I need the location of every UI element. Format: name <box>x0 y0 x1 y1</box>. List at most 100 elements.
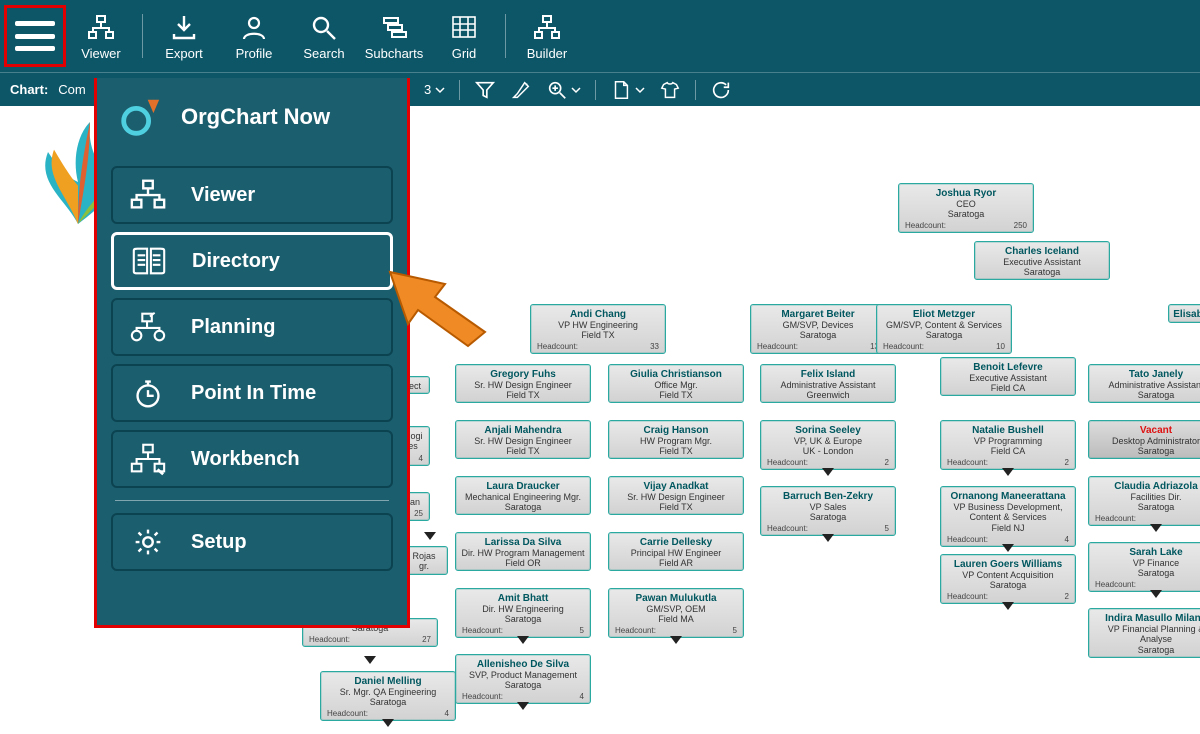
menu-item-setup[interactable]: Setup <box>111 513 393 571</box>
expander-icon[interactable] <box>1002 544 1014 552</box>
menu-item-planning[interactable]: Planning <box>111 298 393 356</box>
levels-picker[interactable]: 3 <box>424 82 445 97</box>
card-carrie[interactable]: Carrie DelleskyPrincipal HW EngineerFiel… <box>608 532 744 571</box>
menu-label: Planning <box>191 316 275 339</box>
card-natalie[interactable]: Natalie BushellVP ProgrammingField CAHea… <box>940 420 1076 470</box>
grid-icon <box>448 12 480 44</box>
toolbar-search[interactable]: Search <box>289 6 359 66</box>
card-margaret[interactable]: Margaret BeiterGM/SVP, DevicesSaratogaHe… <box>750 304 886 354</box>
menu-separator <box>115 500 389 501</box>
expander-icon[interactable] <box>364 656 376 664</box>
highlight-icon[interactable] <box>510 79 532 101</box>
toolbar-builder[interactable]: Builder <box>512 6 582 66</box>
card-eliot[interactable]: Eliot MetzgerGM/SVP, Content & ServicesS… <box>876 304 1012 354</box>
menu-header: OrgChart Now <box>107 88 397 158</box>
subcharts-label: Subcharts <box>365 46 424 61</box>
card-vijay[interactable]: Vijay AnadkatSr. HW Design EngineerField… <box>608 476 744 515</box>
expander-icon[interactable] <box>382 719 394 727</box>
filter-icon[interactable] <box>474 79 496 101</box>
chart-label: Chart: <box>10 82 48 97</box>
card-indira[interactable]: Indira Masullo MilanoVP Financial Planni… <box>1088 608 1200 658</box>
viewer-icon <box>85 12 117 44</box>
card-lauren[interactable]: Lauren Goers WilliamsVP Content Acquisit… <box>940 554 1076 604</box>
expander-icon[interactable] <box>517 636 529 644</box>
card-barruch[interactable]: Barruch Ben-ZekryVP SalesSaratogaHeadcou… <box>760 486 896 536</box>
export-label: Export <box>165 46 203 61</box>
menu-item-viewer[interactable]: Viewer <box>111 166 393 224</box>
card-craig[interactable]: Craig HansonHW Program Mgr.Field TX <box>608 420 744 459</box>
expander-icon[interactable] <box>670 636 682 644</box>
clock-icon <box>129 376 167 410</box>
separator <box>459 80 460 100</box>
menu-label: Point In Time <box>191 382 316 405</box>
card-felix[interactable]: Felix IslandAdministrative AssistantGree… <box>760 364 896 403</box>
separator <box>142 14 143 58</box>
expander-icon[interactable] <box>1002 602 1014 610</box>
card-larissa[interactable]: Larissa Da SilvaDir. HW Program Manageme… <box>455 532 591 571</box>
directory-icon <box>130 244 168 278</box>
separator <box>695 80 696 100</box>
card-joshua[interactable]: Joshua RyorCEOSaratogaHeadcount:250 <box>898 183 1034 233</box>
expander-icon[interactable] <box>1150 590 1162 598</box>
card-sorina[interactable]: Sorina SeeleyVP, UK & EuropeUK - LondonH… <box>760 420 896 470</box>
shirt-icon[interactable] <box>659 79 681 101</box>
card-pawan[interactable]: Pawan MulukutlaGM/SVP, OEMField MAHeadco… <box>608 588 744 638</box>
orgchart-logo-icon <box>117 94 163 140</box>
card-charles[interactable]: Charles IcelandExecutive AssistantSarato… <box>974 241 1110 280</box>
viewer-label: Viewer <box>81 46 121 61</box>
profile-icon <box>238 12 270 44</box>
gear-icon <box>129 525 167 559</box>
expander-icon[interactable] <box>517 702 529 710</box>
card-elisab[interactable]: Elisab <box>1168 304 1200 323</box>
chevron-down-icon <box>571 85 581 95</box>
chevron-down-icon <box>435 85 445 95</box>
builder-label: Builder <box>527 46 567 61</box>
page-picker[interactable] <box>610 79 645 101</box>
menu-label: Viewer <box>191 184 255 207</box>
toolbar-subcharts[interactable]: Subcharts <box>359 6 429 66</box>
subcharts-icon <box>378 12 410 44</box>
card-giulia[interactable]: Giulia ChristiansonOffice Mgr.Field TX <box>608 364 744 403</box>
toolbar-profile[interactable]: Profile <box>219 6 289 66</box>
chevron-down-icon <box>635 85 645 95</box>
card-anjali[interactable]: Anjali MahendraSr. HW Design EngineerFie… <box>455 420 591 459</box>
expander-icon[interactable] <box>822 534 834 542</box>
card-amit[interactable]: Amit BhattDir. HW EngineeringSaratogaHea… <box>455 588 591 638</box>
topbar: Viewer Export Profile Search Subcharts G… <box>0 0 1200 72</box>
card-gregory[interactable]: Gregory FuhsSr. HW Design EngineerField … <box>455 364 591 403</box>
menu-item-pointintime[interactable]: Point In Time <box>111 364 393 422</box>
expander-icon[interactable] <box>822 468 834 476</box>
annotation-arrow <box>360 242 490 367</box>
card-sarah[interactable]: Sarah LakeVP FinanceSaratogaHeadcount:2 <box>1088 542 1200 592</box>
card-laura[interactable]: Laura DrauckerMechanical Engineering Mgr… <box>455 476 591 515</box>
menu-label: Directory <box>192 250 280 273</box>
expander-icon[interactable] <box>424 532 436 540</box>
toolbar-export[interactable]: Export <box>149 6 219 66</box>
card-tato[interactable]: Tato JanelyAdministrative AssistantSarat… <box>1088 364 1200 403</box>
profile-label: Profile <box>236 46 273 61</box>
refresh-icon[interactable] <box>710 79 732 101</box>
menu-item-directory[interactable]: Directory <box>111 232 393 290</box>
chart-name[interactable]: Com <box>58 82 85 97</box>
expander-icon[interactable] <box>1150 524 1162 532</box>
card-claudia[interactable]: Claudia AdriazolaFacilities Dir.Saratoga… <box>1088 476 1200 526</box>
card-andi[interactable]: Andi ChangVP HW EngineeringField TXHeadc… <box>530 304 666 354</box>
card-ornanong[interactable]: Ornanong ManeerattanaVP Business Develop… <box>940 486 1076 547</box>
menu-item-workbench[interactable]: Workbench <box>111 430 393 488</box>
card-vacant[interactable]: VacantDesktop AdministratorSaratoga <box>1088 420 1200 459</box>
viewer-icon <box>129 178 167 212</box>
separator <box>505 14 506 58</box>
toolbar-grid[interactable]: Grid <box>429 6 499 66</box>
secondary-toolbar: 3 <box>424 73 772 106</box>
toolbar-viewer[interactable]: Viewer <box>66 6 136 66</box>
card-daniel[interactable]: Daniel MellingSr. Mgr. QA EngineeringSar… <box>320 671 456 721</box>
hamburger-icon[interactable] <box>15 21 55 51</box>
page-icon <box>610 79 632 101</box>
grid-label: Grid <box>452 46 477 61</box>
zoom-picker[interactable] <box>546 79 581 101</box>
card-benoit[interactable]: Benoit LefevreExecutive AssistantField C… <box>940 357 1076 396</box>
export-icon <box>168 12 200 44</box>
expander-icon[interactable] <box>1002 468 1014 476</box>
planning-icon <box>129 310 167 344</box>
card-allen[interactable]: Allenisheo De SilvaSVP, Product Manageme… <box>455 654 591 704</box>
